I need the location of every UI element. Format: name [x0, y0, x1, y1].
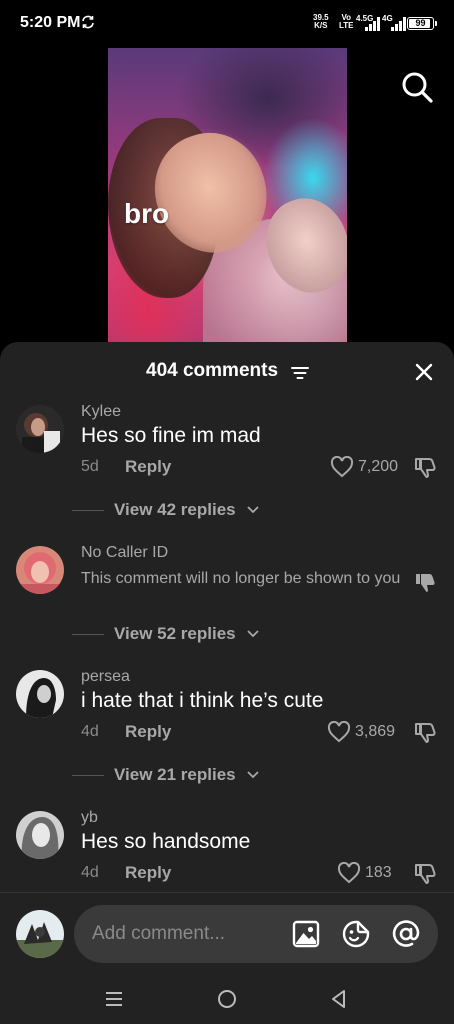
- dislike-icon[interactable]: [413, 862, 437, 886]
- comment-username[interactable]: No Caller ID: [81, 544, 168, 562]
- avatar[interactable]: [16, 546, 64, 594]
- divider: [72, 633, 104, 635]
- close-icon[interactable]: [413, 361, 435, 383]
- status-time: 5:20 PM: [20, 14, 81, 31]
- reply-button[interactable]: Reply: [125, 722, 171, 742]
- avatar-image: [16, 546, 64, 594]
- my-avatar[interactable]: [16, 910, 64, 958]
- like-button[interactable]: 3,869: [327, 721, 395, 743]
- battery-icon: 99: [407, 17, 437, 30]
- home-icon[interactable]: [216, 988, 238, 1010]
- comment-input-placeholder: Add comment...: [92, 923, 226, 944]
- battery-level: 99: [415, 18, 426, 28]
- dislike-icon[interactable]: [413, 456, 437, 480]
- signal-bars-icon: [365, 17, 380, 31]
- video-preview[interactable]: bro: [108, 48, 347, 346]
- video-caption: bro: [124, 198, 170, 229]
- hidden-comment-notice: This comment will no longer be shown to …: [81, 570, 401, 587]
- emoji-icon[interactable]: [341, 919, 371, 949]
- sheet-header: 404 comments: [0, 342, 454, 400]
- view-replies-button[interactable]: View 52 replies: [72, 624, 260, 644]
- comment-text: Hes so handsome: [81, 830, 251, 853]
- dislike-icon[interactable]: [413, 721, 437, 745]
- comment-input[interactable]: Add comment...: [74, 905, 438, 963]
- volte-indicator: Vo LTE: [339, 14, 354, 30]
- status-bar: 5:20 PM 39.5 K/S Vo LTE 4.5G 4G 99: [0, 0, 454, 46]
- chevron-down-icon: [246, 506, 259, 514]
- at-mention-icon[interactable]: [391, 919, 421, 949]
- chevron-down-icon: [246, 630, 259, 638]
- comment-username[interactable]: yb: [81, 809, 98, 827]
- view-replies-label: View 21 replies: [114, 765, 236, 784]
- system-nav-bar: [0, 976, 454, 1024]
- comment-time: 4d: [81, 864, 99, 881]
- like-button[interactable]: 183: [337, 862, 392, 884]
- heart-icon: [337, 862, 361, 884]
- heart-icon: [330, 456, 354, 478]
- menu-icon[interactable]: [103, 988, 125, 1010]
- view-replies-button[interactable]: View 42 replies: [72, 500, 260, 520]
- comment-time: 5d: [81, 458, 99, 475]
- reply-button[interactable]: Reply: [125, 863, 171, 883]
- divider: [72, 509, 104, 511]
- comment-text: Hes so fine im mad: [81, 424, 261, 447]
- avatar-image: [16, 670, 64, 718]
- avatar[interactable]: [16, 670, 64, 718]
- view-replies-label: View 52 replies: [114, 624, 236, 643]
- like-count: 183: [365, 864, 392, 881]
- chevron-down-icon: [246, 771, 259, 779]
- back-icon[interactable]: [328, 988, 350, 1010]
- comment-username[interactable]: Kylee: [81, 403, 121, 421]
- like-count: 3,869: [355, 723, 396, 740]
- comment-text: i hate that i think he’s cute: [81, 689, 324, 712]
- comment-username[interactable]: persea: [81, 668, 130, 686]
- heart-icon: [327, 721, 351, 743]
- divider: [72, 774, 104, 776]
- view-replies-button[interactable]: View 21 replies: [72, 765, 260, 785]
- view-replies-label: View 42 replies: [114, 500, 236, 519]
- avatar-image: [16, 910, 64, 958]
- filter-icon[interactable]: [290, 364, 310, 382]
- divider: [0, 892, 454, 893]
- like-count: 7,200: [358, 458, 399, 475]
- search-icon[interactable]: [400, 70, 434, 104]
- image-icon[interactable]: [291, 919, 321, 949]
- avatar[interactable]: [16, 811, 64, 859]
- avatar-image: [16, 811, 64, 859]
- sync-icon: [82, 15, 94, 29]
- reply-button[interactable]: Reply: [125, 457, 171, 477]
- dislike-icon[interactable]: [413, 571, 437, 595]
- net-speed: 39.5 K/S: [313, 14, 329, 30]
- volte-bottom: LTE: [339, 21, 354, 30]
- net-speed-unit: K/S: [314, 21, 328, 30]
- comment-count: 404 comments: [146, 360, 279, 381]
- comment-time: 4d: [81, 723, 99, 740]
- like-button[interactable]: 7,200: [330, 456, 398, 478]
- avatar-image: [16, 405, 64, 453]
- signal-bars-icon: [391, 17, 406, 31]
- avatar[interactable]: [16, 405, 64, 453]
